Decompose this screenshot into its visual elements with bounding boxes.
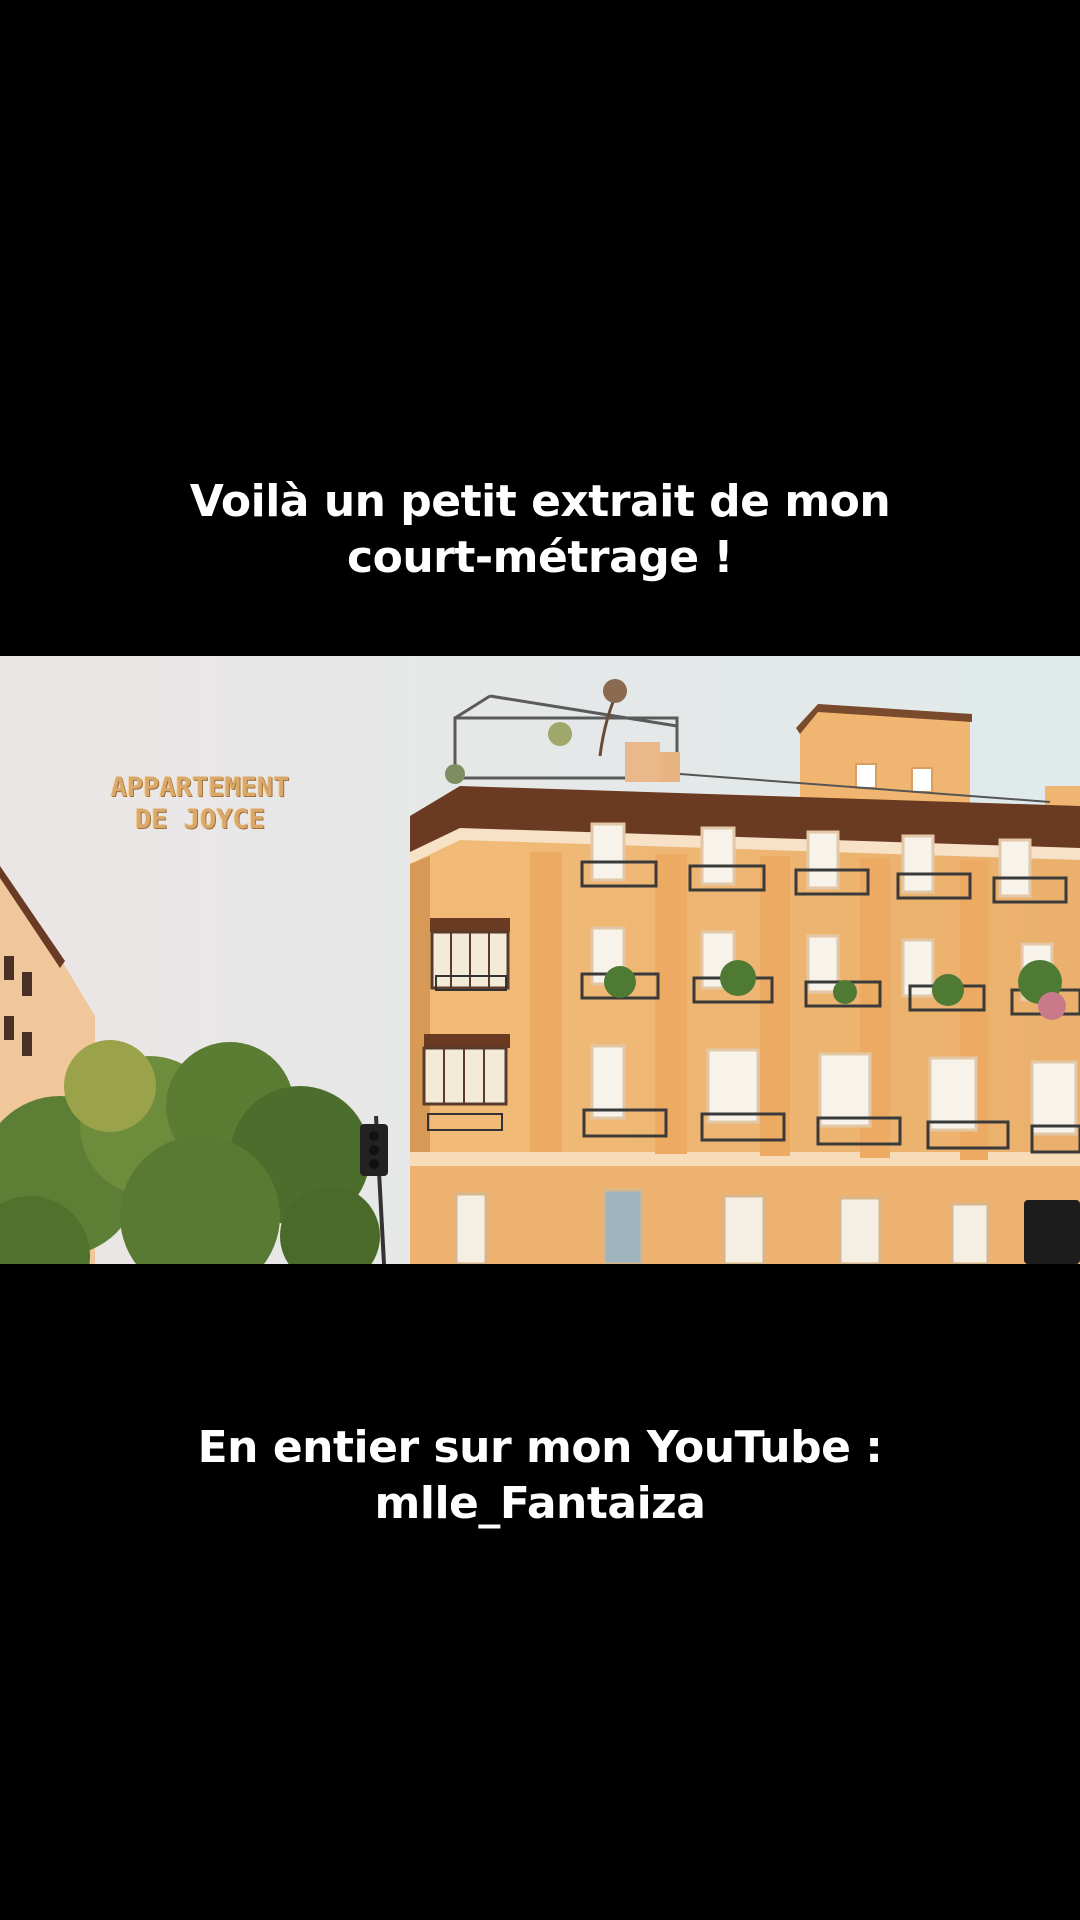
video-scene (0, 656, 1080, 1264)
location-title-overlay: APPARTEMENT DE JOYCE (100, 772, 300, 836)
video-frame[interactable]: APPARTEMENT DE JOYCE (0, 656, 1080, 1264)
location-title-line-2: DE JOYCE (134, 804, 266, 835)
top-caption-line-1: Voilà un petit extrait de mon (189, 476, 891, 527)
youtube-channel-handle: mlle_Fantaiza (374, 1478, 706, 1529)
bottom-caption-line-1: En entier sur mon YouTube : (197, 1422, 883, 1473)
top-caption: Voilà un petit extrait de mon court-métr… (0, 474, 1080, 586)
location-title-line-1: APPARTEMENT (110, 772, 290, 803)
top-caption-line-2: court-métrage ! (347, 532, 733, 583)
bottom-caption: En entier sur mon YouTube : mlle_Fantaiz… (0, 1420, 1080, 1532)
